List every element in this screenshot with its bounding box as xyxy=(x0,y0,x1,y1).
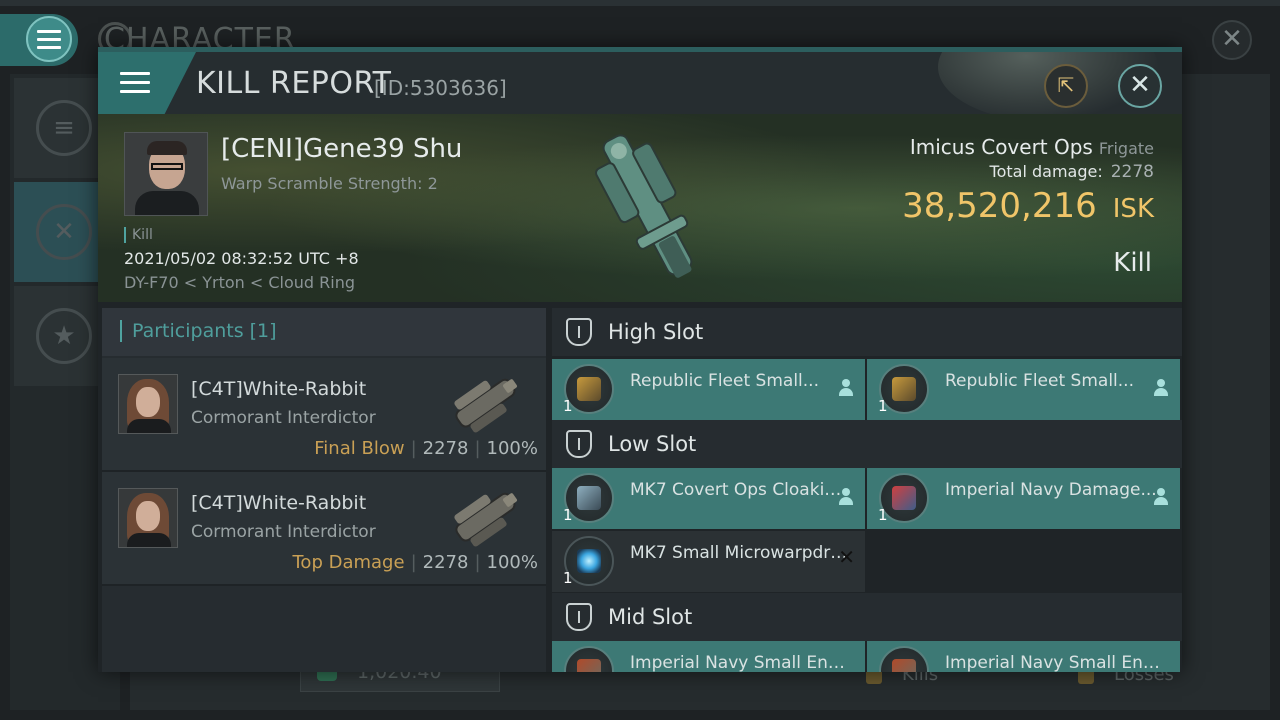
participant-avatar[interactable] xyxy=(118,374,178,434)
kill-report-modal: KILL REPORT [ID:5303636] ⇱ ✕ [CENI]Gene3… xyxy=(98,47,1182,672)
mid-slot-label: Mid Slot xyxy=(608,605,693,629)
participant-name: [C4T]White-Rabbit xyxy=(191,378,367,400)
participant-row[interactable]: [C4T]White-Rabbit Cormorant Interdictor … xyxy=(102,358,546,472)
crossed-swords-icon: ✕ xyxy=(36,204,92,260)
module-quantity: 1 xyxy=(563,506,573,524)
module-name: Imperial Navy Small Energy... xyxy=(945,653,1165,672)
participant-damage: 2278 xyxy=(422,552,469,573)
participant-tag: Final Blow xyxy=(314,438,405,459)
module-name: Imperial Navy Damage... xyxy=(945,480,1157,500)
star-icon: ★ xyxy=(36,308,92,364)
victim-name[interactable]: [CENI]Gene39 Shu xyxy=(221,134,462,164)
participant-ship: Cormorant Interdictor xyxy=(191,408,376,428)
mid-slot-header: Mid Slot xyxy=(552,593,1182,641)
top-bar xyxy=(0,0,1280,6)
victim-avatar[interactable] xyxy=(124,132,208,216)
destroyed-icon: ✕ xyxy=(838,545,855,569)
ship-type: Imicus Covert Ops xyxy=(909,135,1093,159)
module-item[interactable]: 1 Imperial Navy Damage... xyxy=(867,468,1180,529)
modal-title: KILL REPORT xyxy=(196,66,392,101)
participant-row[interactable]: [C4T]White-Rabbit Cormorant Interdictor … xyxy=(102,472,546,586)
low-slot-label: Low Slot xyxy=(608,432,697,456)
mid-slot-icon xyxy=(566,603,592,631)
module-item[interactable]: 1 Republic Fleet Small... xyxy=(867,359,1180,420)
module-name: Republic Fleet Small... xyxy=(630,371,819,391)
person-icon xyxy=(1154,379,1168,397)
module-quantity: 1 xyxy=(563,397,573,415)
module-quantity: 1 xyxy=(878,506,888,524)
module-name: Republic Fleet Small... xyxy=(945,371,1134,391)
isk-value: 38,520,216 ISK xyxy=(902,186,1154,226)
energy-icon xyxy=(564,646,614,672)
kill-id: [ID:5303636] xyxy=(374,76,507,100)
victim-banner: [CENI]Gene39 Shu Warp Scramble Strength:… xyxy=(98,114,1182,302)
list-icon: ≡ xyxy=(36,100,92,156)
participant-ship-icon xyxy=(454,492,517,547)
participant-stats: Top Damage | 2278 | 100% xyxy=(292,552,539,573)
kill-timestamp: 2021/05/02 08:32:52 UTC +8 xyxy=(124,249,359,268)
isk-unit: ISK xyxy=(1112,194,1154,224)
high-slot-label: High Slot xyxy=(608,320,704,344)
participants-title: Participants [1] xyxy=(120,320,277,342)
high-slot-header: High Slot xyxy=(552,308,1182,356)
ship-class: Frigate xyxy=(1098,139,1154,158)
kill-tag: Kill xyxy=(124,227,153,243)
kill-location[interactable]: DY-F70 < Yrton < Cloud Ring xyxy=(124,273,355,292)
participant-avatar[interactable] xyxy=(118,488,178,548)
background-close-button[interactable]: ✕ xyxy=(1212,20,1252,60)
module-item[interactable]: 1 MK7 Covert Ops Cloaking... xyxy=(552,468,865,529)
participant-percent: 100% xyxy=(486,552,538,573)
person-icon xyxy=(1154,488,1168,506)
participant-name: [C4T]White-Rabbit xyxy=(191,492,367,514)
menu-icon xyxy=(120,72,150,93)
module-name: MK7 Small Microwarpdrive xyxy=(630,543,850,563)
share-button[interactable]: ⇱ xyxy=(1044,64,1088,108)
person-icon xyxy=(839,488,853,506)
victim-subtitle: Warp Scramble Strength: 2 xyxy=(221,174,438,193)
victim-ship-name[interactable]: Imicus Covert Ops Frigate xyxy=(910,135,1154,159)
module-item[interactable]: 1 Imperial Navy Small Energy... xyxy=(552,641,865,672)
close-button[interactable]: ✕ xyxy=(1118,64,1162,108)
menu-icon xyxy=(26,16,72,62)
modal-header: KILL REPORT [ID:5303636] ⇱ ✕ xyxy=(98,52,1182,122)
person-icon xyxy=(839,379,853,397)
module-name: MK7 Covert Ops Cloaking... xyxy=(630,480,850,500)
module-name: Imperial Navy Small Energy... xyxy=(630,653,850,672)
total-damage: Total damage: 2278 xyxy=(990,162,1154,182)
module-item[interactable]: 1 Republic Fleet Small... xyxy=(552,359,865,420)
module-quantity: 1 xyxy=(563,569,573,587)
victim-ship-icon[interactable] xyxy=(578,120,718,296)
participant-percent: 100% xyxy=(486,438,538,459)
modal-menu-button[interactable] xyxy=(98,52,196,114)
low-slot-icon xyxy=(566,430,592,458)
participant-ship-icon xyxy=(454,378,517,433)
module-item[interactable]: 1 Imperial Navy Small Energy... xyxy=(867,641,1180,672)
low-slot-header: Low Slot xyxy=(552,420,1182,468)
participants-panel: Participants [1] [C4T]White-Rabbit Cormo… xyxy=(102,308,546,672)
participant-ship: Cormorant Interdictor xyxy=(191,522,376,542)
energy-icon xyxy=(879,646,929,672)
fitting-panel: High Slot 1 Republic Fleet Small... 1 Re… xyxy=(552,308,1182,672)
share-icon: ⇱ xyxy=(1057,73,1075,97)
result-label: Kill xyxy=(1113,248,1152,278)
module-quantity: 1 xyxy=(878,397,888,415)
module-item-destroyed[interactable]: 1 MK7 Small Microwarpdrive ✕ xyxy=(552,531,865,592)
damage-value: 2278 xyxy=(1110,162,1154,182)
participant-tag: Top Damage xyxy=(292,552,405,573)
isk-amount: 38,520,216 xyxy=(902,186,1097,226)
main-menu-button[interactable] xyxy=(0,14,78,66)
participant-stats: Final Blow | 2278 | 100% xyxy=(314,438,538,459)
participants-header: Participants [1] xyxy=(102,308,546,356)
participant-damage: 2278 xyxy=(422,438,469,459)
damage-label: Total damage: xyxy=(989,162,1103,181)
high-slot-icon xyxy=(566,318,592,346)
